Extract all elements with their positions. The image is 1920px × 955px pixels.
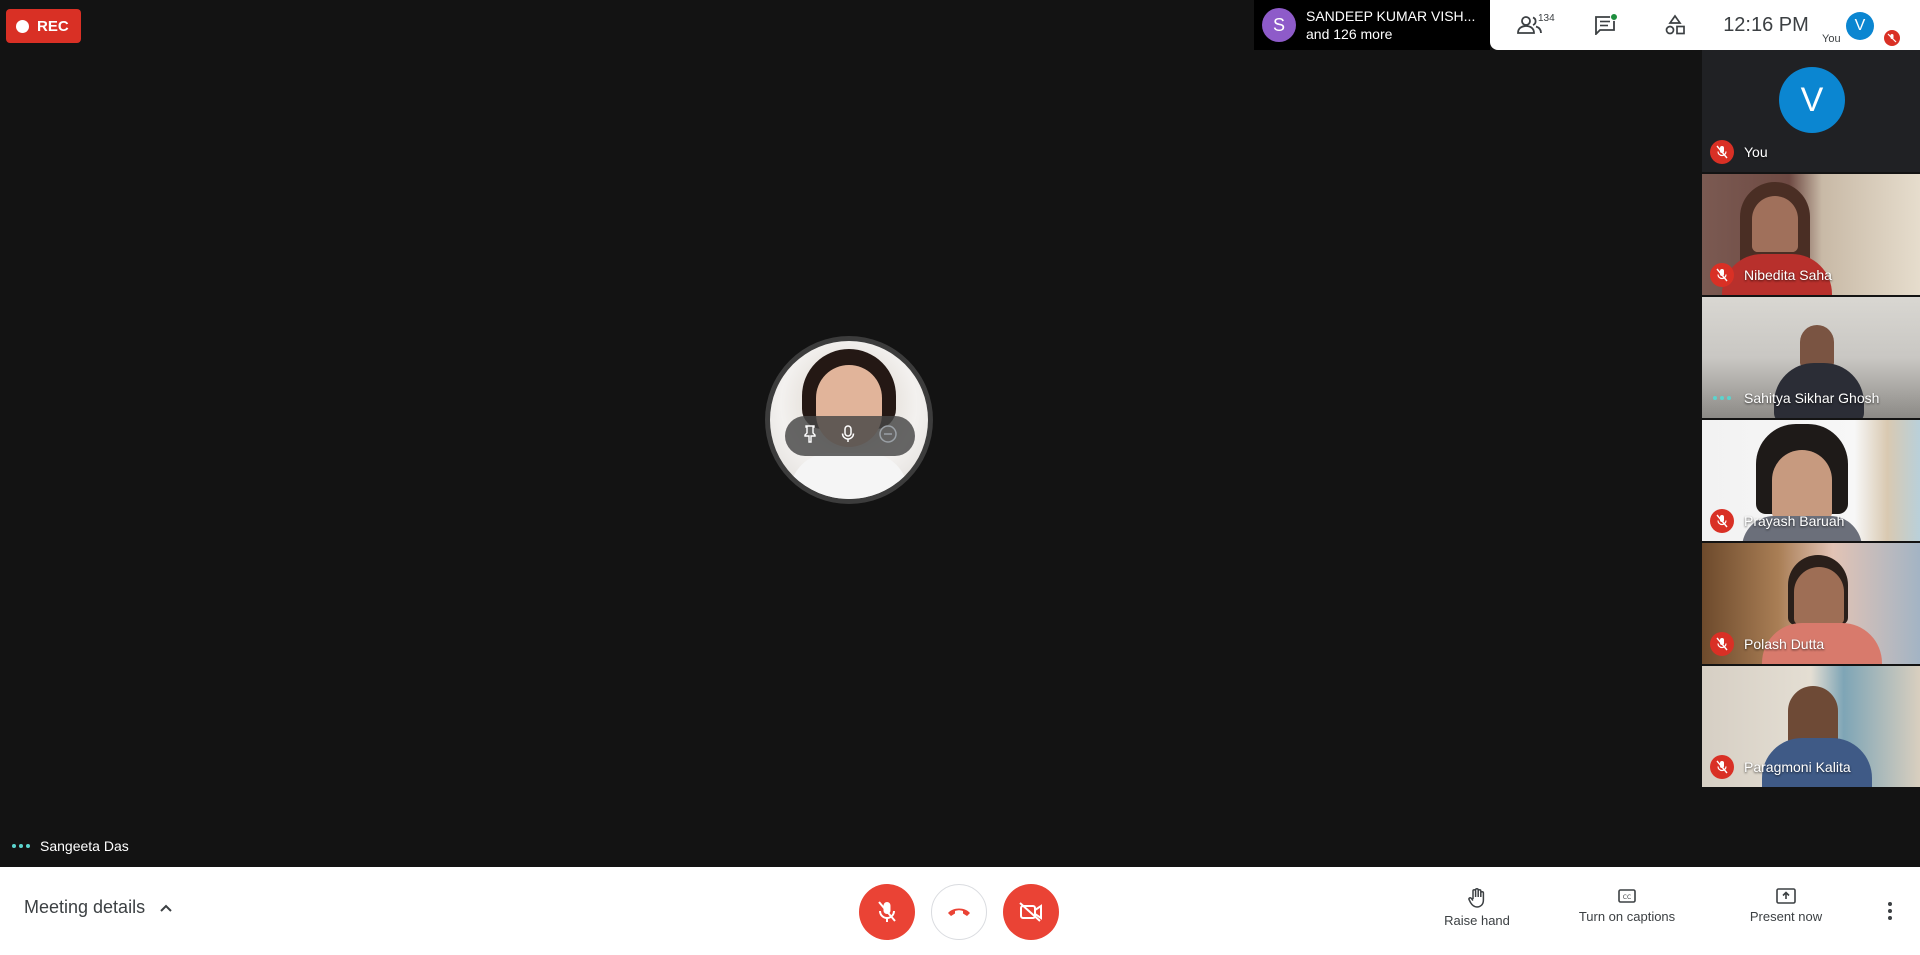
main-speaker-label: Sangeeta Das bbox=[12, 838, 129, 854]
activities-button[interactable] bbox=[1640, 0, 1710, 50]
toggle-microphone-button[interactable] bbox=[859, 884, 915, 940]
chat-button[interactable] bbox=[1570, 0, 1640, 50]
participant-tile[interactable]: Polash Dutta bbox=[1702, 543, 1920, 664]
speaking-indicator-icon bbox=[12, 844, 30, 848]
present-now-button[interactable]: Present now bbox=[1738, 887, 1834, 924]
clock: 12:16 PM bbox=[1723, 13, 1809, 36]
bottom-toolbar: Meeting details Raise hand CC Turn on ca… bbox=[0, 867, 1920, 955]
avatar: V bbox=[1846, 12, 1874, 40]
participant-tile-self[interactable]: V You bbox=[1702, 50, 1920, 172]
activities-icon bbox=[1665, 14, 1685, 35]
tile-hover-controls bbox=[785, 416, 915, 456]
speaking-indicator-icon bbox=[1710, 386, 1734, 410]
raise-hand-button[interactable]: Raise hand bbox=[1437, 887, 1517, 928]
participant-name: Nibedita Saha bbox=[1744, 267, 1832, 283]
participant-name: Sahitya Sikhar Ghosh bbox=[1744, 390, 1880, 406]
mic-off-icon bbox=[1884, 30, 1900, 46]
recording-label: REC bbox=[37, 17, 69, 35]
svg-text:CC: CC bbox=[1623, 894, 1631, 901]
chat-unread-dot bbox=[1610, 13, 1618, 21]
participant-tile[interactable]: Sahitya Sikhar Ghosh bbox=[1702, 297, 1920, 418]
participant-tile[interactable]: Prayash Baruah bbox=[1702, 420, 1920, 541]
mic-off-icon bbox=[878, 901, 896, 922]
avatar: V bbox=[1779, 67, 1845, 133]
avatar: S bbox=[1262, 8, 1296, 42]
present-icon bbox=[1776, 888, 1796, 904]
captions-label: Turn on captions bbox=[1578, 909, 1676, 924]
presenter-more: and 126 more bbox=[1306, 26, 1393, 42]
participant-tile[interactable]: Paragmoni Kalita bbox=[1702, 666, 1920, 787]
people-count: 134 bbox=[1538, 13, 1555, 24]
camera-off-icon bbox=[1019, 902, 1042, 922]
pin-icon[interactable] bbox=[802, 424, 818, 449]
mic-off-icon bbox=[1710, 509, 1734, 533]
mic-icon[interactable] bbox=[840, 424, 856, 449]
main-stage: REC S SANDEEP KUMAR VISH... and 126 more… bbox=[0, 0, 1920, 867]
more-vert-icon bbox=[1888, 902, 1892, 906]
captions-button[interactable]: CC Turn on captions bbox=[1568, 887, 1686, 924]
presenter-name: SANDEEP KUMAR VISH... bbox=[1306, 8, 1476, 24]
leave-call-button[interactable] bbox=[931, 884, 987, 940]
show-everyone-button[interactable]: 134 bbox=[1490, 0, 1570, 50]
participants-banner[interactable]: S SANDEEP KUMAR VISH... and 126 more bbox=[1254, 0, 1490, 50]
raise-hand-icon bbox=[1468, 888, 1485, 908]
raise-hand-label: Raise hand bbox=[1444, 913, 1510, 928]
mic-off-icon bbox=[1710, 632, 1734, 656]
mic-off-icon bbox=[1710, 755, 1734, 779]
remove-icon[interactable] bbox=[878, 424, 898, 449]
speaker-name: Sangeeta Das bbox=[40, 838, 129, 854]
rec-dot-icon bbox=[16, 19, 29, 33]
toggle-camera-button[interactable] bbox=[1003, 884, 1059, 940]
participant-name: Polash Dutta bbox=[1744, 636, 1825, 652]
mic-off-icon bbox=[1710, 140, 1734, 164]
meeting-details-label: Meeting details bbox=[24, 897, 146, 917]
participant-name: Prayash Baruah bbox=[1744, 513, 1845, 529]
top-bar: 134 12:16 PM V You bbox=[1490, 0, 1920, 50]
participant-name: You bbox=[1744, 144, 1768, 160]
recording-badge: REC bbox=[6, 9, 81, 43]
more-options-button[interactable] bbox=[1880, 897, 1900, 925]
chevron-up-icon bbox=[160, 904, 172, 912]
self-indicator: V You bbox=[1822, 0, 1902, 50]
hangup-icon bbox=[948, 908, 970, 916]
participant-name: Paragmoni Kalita bbox=[1744, 759, 1851, 775]
captions-icon: CC bbox=[1618, 889, 1636, 903]
participant-sidebar: V You Nibedita Saha Sahitya Sikhar Ghosh… bbox=[1702, 50, 1920, 789]
meeting-details-button[interactable]: Meeting details bbox=[24, 897, 173, 918]
mic-off-icon bbox=[1710, 263, 1734, 287]
self-label: You bbox=[1822, 33, 1841, 45]
participant-tile[interactable]: Nibedita Saha bbox=[1702, 174, 1920, 295]
present-label: Present now bbox=[1749, 909, 1823, 924]
